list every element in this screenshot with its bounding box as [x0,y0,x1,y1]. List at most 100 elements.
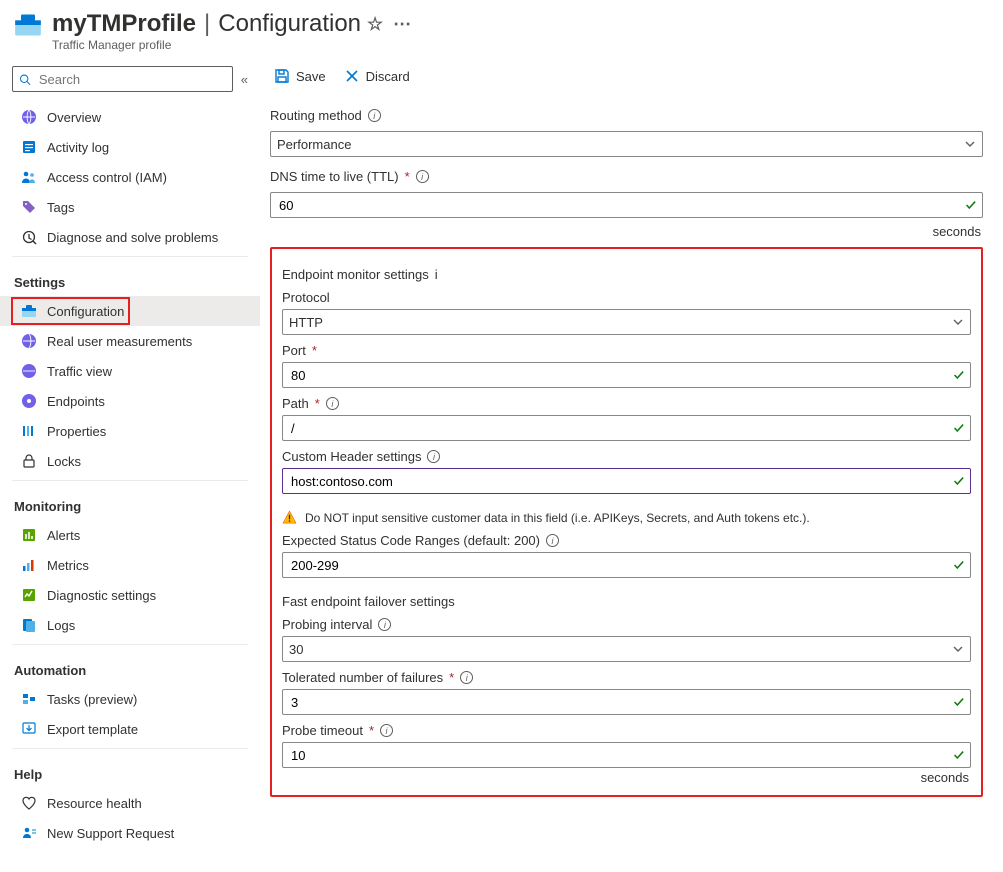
sidebar-item-alerts[interactable]: Alerts [0,520,260,550]
sidebar-item-overview[interactable]: Overview [0,102,260,132]
discard-button[interactable]: Discard [344,68,410,84]
tasks-icon [21,691,37,707]
resource-name: myTMProfile [52,10,196,38]
info-icon[interactable]: i [378,618,391,631]
info-icon[interactable]: i [435,267,438,282]
custom-header-input[interactable] [282,468,971,494]
nav-section-monitoring: Monitoring [0,485,260,520]
nav-label: Traffic view [47,364,112,379]
sidebar-item-metrics[interactable]: Metrics [0,550,260,580]
globe-icon [21,333,37,349]
sidebar-item-properties[interactable]: Properties [0,416,260,446]
nav-label: New Support Request [47,826,174,841]
check-icon [952,421,966,435]
save-button[interactable]: Save [274,68,326,84]
fast-failover-title: Fast endpoint failover settings [282,594,971,609]
activity-log-icon [21,139,37,155]
probing-interval-select[interactable]: 30 [282,636,971,662]
routing-method-select[interactable]: Performance [270,131,983,157]
seconds-unit: seconds [270,224,983,239]
sidebar-item-configuration[interactable]: Configuration [0,296,260,326]
heart-icon [21,795,37,811]
endpoint-monitor-title: Endpoint monitor settings i [282,267,971,282]
sidebar-item-resource-health[interactable]: Resource health [0,788,260,818]
metrics-icon [21,557,37,573]
nav-label: Activity log [47,140,109,155]
probe-timeout-input[interactable] [282,742,971,768]
dns-ttl-input[interactable] [270,192,983,218]
path-input[interactable] [282,415,971,441]
nav-label: Real user measurements [47,334,192,349]
nav-label: Configuration [47,304,124,319]
protocol-label: Protocol [282,290,971,305]
sidebar-item-access-control[interactable]: Access control (IAM) [0,162,260,192]
nav-label: Resource health [47,796,142,811]
custom-header-label: Custom Header settingsi [282,449,971,464]
globe-icon [21,363,37,379]
seconds-unit: seconds [282,770,971,785]
sidebar-item-endpoints[interactable]: Endpoints [0,386,260,416]
expected-status-input[interactable] [282,552,971,578]
nav-label: Endpoints [47,394,105,409]
save-icon [274,68,290,84]
info-icon[interactable]: i [427,450,440,463]
toolbox-icon [21,303,37,319]
endpoint-monitor-settings-box: Endpoint monitor settings i Protocol HTT… [270,247,983,797]
nav-label: Tags [47,200,74,215]
sidebar-item-tasks[interactable]: Tasks (preview) [0,684,260,714]
chevron-down-icon [952,643,964,655]
chevron-down-icon [952,316,964,328]
diagnose-icon [21,229,37,245]
protocol-select[interactable]: HTTP [282,309,971,335]
port-input[interactable] [282,362,971,388]
nav-label: Diagnose and solve problems [47,230,218,245]
probing-interval-label: Probing intervali [282,617,971,632]
sidebar-item-logs[interactable]: Logs [0,610,260,640]
nav-section-automation: Automation [0,649,260,684]
warning-icon [282,510,297,525]
port-label: Port* [282,343,971,358]
sensitive-data-warning: Do NOT input sensitive customer data in … [282,510,971,525]
tolerated-failures-input[interactable] [282,689,971,715]
chevron-down-icon [964,138,976,150]
nav-label: Overview [47,110,101,125]
favorite-star-icon[interactable]: ☆ [367,10,383,38]
info-icon[interactable]: i [380,724,393,737]
dns-ttl-label: DNS time to live (TTL)* i [270,169,983,184]
page-title: Configuration [218,10,361,38]
more-menu-icon[interactable]: ⋯ [393,10,412,38]
sidebar-item-diagnostic-settings[interactable]: Diagnostic settings [0,580,260,610]
logs-icon [21,617,37,633]
info-icon[interactable]: i [460,671,473,684]
sidebar-item-diagnose[interactable]: Diagnose and solve problems [0,222,260,252]
probe-timeout-label: Probe timeout*i [282,723,971,738]
check-icon [952,695,966,709]
sidebar-search[interactable] [12,66,233,92]
nav-section-settings: Settings [0,261,260,296]
check-icon [964,198,978,212]
sidebar-search-input[interactable] [37,71,226,88]
check-icon [952,368,966,382]
nav-label: Locks [47,454,81,469]
sidebar-item-locks[interactable]: Locks [0,446,260,476]
info-icon[interactable]: i [546,534,559,547]
info-icon[interactable]: i [416,170,429,183]
properties-icon [21,423,37,439]
nav-label: Properties [47,424,106,439]
collapse-sidebar-icon[interactable]: « [241,72,248,87]
sidebar-item-export-template[interactable]: Export template [0,714,260,744]
nav-label: Export template [47,722,138,737]
sidebar-item-tags[interactable]: Tags [0,192,260,222]
sidebar-item-activity-log[interactable]: Activity log [0,132,260,162]
nav-section-help: Help [0,753,260,788]
sidebar-item-support[interactable]: New Support Request [0,818,260,848]
path-label: Path*i [282,396,971,411]
sidebar-item-traffic-view[interactable]: Traffic view [0,356,260,386]
tag-icon [21,199,37,215]
info-icon[interactable]: i [326,397,339,410]
export-icon [21,721,37,737]
sidebar-item-real-user-measurements[interactable]: Real user measurements [0,326,260,356]
diagnostic-icon [21,587,37,603]
info-icon[interactable]: i [368,109,381,122]
globe-icon [21,109,37,125]
